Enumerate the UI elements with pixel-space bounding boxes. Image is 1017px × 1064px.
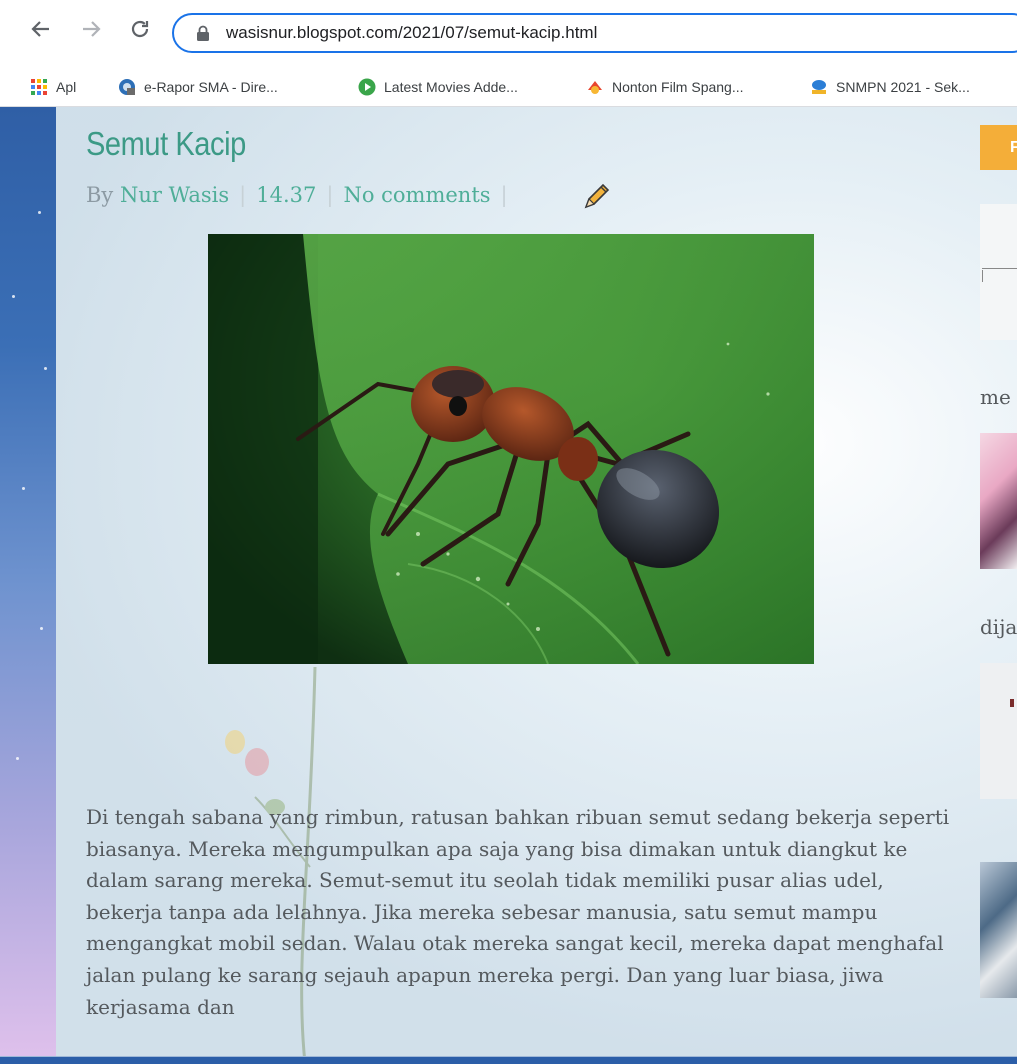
decorative-left-strip: [0, 107, 56, 1063]
sidebar-thumbnail-4[interactable]: [980, 862, 1017, 998]
meta-separator: |: [239, 183, 247, 207]
meta-separator: |: [326, 183, 334, 207]
comments-link[interactable]: No comments: [343, 183, 490, 207]
browser-toolbar: wasisnur.blogspot.com/2021/07/semut-kaci…: [0, 0, 1017, 68]
apps-grid-icon: [31, 79, 47, 95]
snmpn-logo-icon: [812, 80, 826, 94]
sidebar-post-title-1[interactable]: me: [980, 385, 1011, 409]
reload-button[interactable]: [125, 14, 155, 44]
ant-on-leaf-photo: [208, 234, 814, 664]
back-button[interactable]: [26, 14, 56, 44]
sidebar-thumbnail-1[interactable]: [980, 204, 1017, 340]
arrow-left-icon: [31, 21, 49, 37]
bookmark-erapor[interactable]: e-Rapor SMA - Dire...: [118, 76, 278, 98]
bookmark-label: SNMPN 2021 - Sek...: [836, 79, 970, 95]
post-title[interactable]: Semut Kacip: [86, 125, 246, 163]
blog-page: Semut Kacip By Nur Wasis | 14.37 | No commen…: [0, 107, 1017, 1063]
pencil-icon[interactable]: [582, 181, 612, 211]
reload-icon: [131, 20, 149, 38]
sidebar-thumbnail-3[interactable]: [980, 663, 1017, 799]
bookmark-latest-movies[interactable]: Latest Movies Adde...: [358, 76, 518, 98]
post-body-text: Di tengah sabana yang rimbun, ratusan ba…: [86, 805, 950, 1019]
bookmark-label: Latest Movies Adde...: [384, 79, 518, 95]
post-meta: By Nur Wasis | 14.37 | No comments |: [86, 183, 518, 207]
bookmark-apps[interactable]: Apl: [30, 76, 76, 98]
bookmark-snmpn[interactable]: SNMPN 2021 - Sek...: [810, 76, 970, 98]
sidebar-orange-button[interactable]: F: [980, 125, 1017, 170]
arrow-right-icon: [83, 21, 101, 37]
url-text: wasisnur.blogspot.com/2021/07/semut-kaci…: [226, 23, 598, 42]
sidebar-post-title-2[interactable]: dija: [980, 615, 1017, 639]
by-label: By: [86, 183, 114, 207]
post-time-link[interactable]: 14.37: [256, 183, 316, 207]
author-link[interactable]: Nur Wasis: [120, 183, 229, 207]
post-image-ant: [208, 234, 814, 664]
sidebar-thumbnail-2[interactable]: [980, 433, 1017, 569]
bookmark-label: Apl: [56, 79, 77, 95]
bookmarks-bar: Apl e-Rapor SMA - Dire... Latest Movies …: [0, 68, 1017, 107]
lock-icon: [197, 25, 209, 41]
bookmark-label: Nonton Film Spang...: [612, 79, 744, 95]
play-circle-icon: [358, 78, 376, 96]
meta-separator: |: [500, 183, 508, 207]
address-bar[interactable]: wasisnur.blogspot.com/2021/07/semut-kaci…: [172, 13, 1017, 53]
bookmark-nonton-film[interactable]: Nonton Film Spang...: [586, 76, 744, 98]
bookmark-label: e-Rapor SMA - Dire...: [144, 79, 278, 95]
erapor-logo-icon: [119, 79, 135, 95]
forward-button[interactable]: [76, 14, 106, 44]
sidebar-button-label: F: [1010, 138, 1017, 156]
film-logo-icon: [588, 81, 602, 94]
